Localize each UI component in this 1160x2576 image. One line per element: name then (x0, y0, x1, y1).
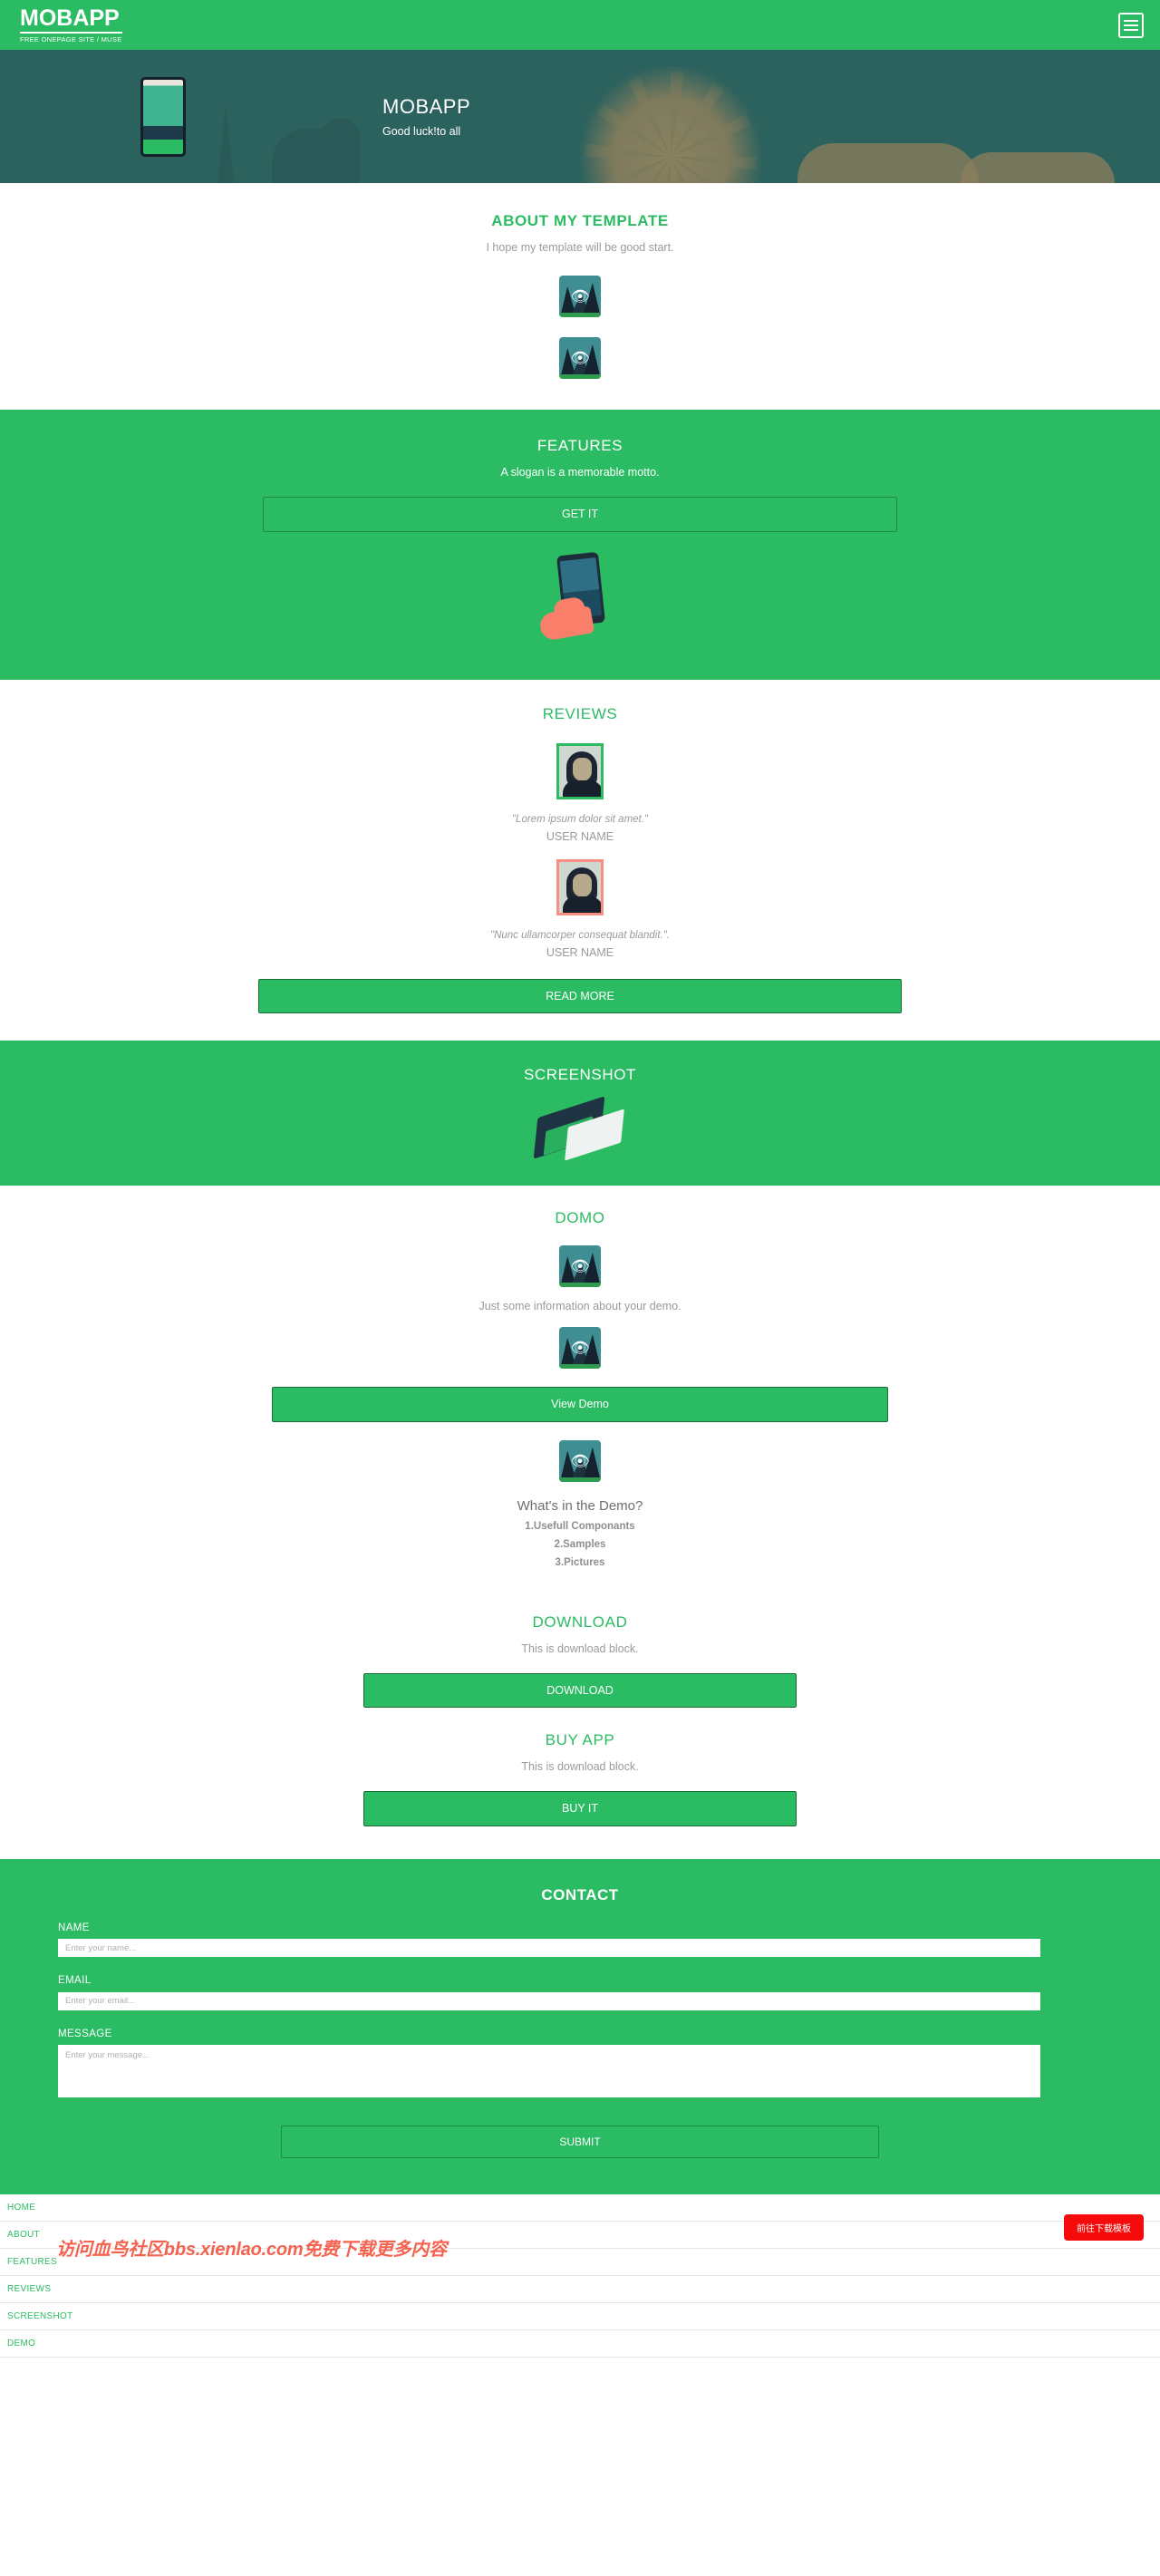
reviews-title: REVIEWS (542, 704, 618, 722)
hill-decoration (798, 143, 979, 183)
features-title: FEATURES (536, 437, 624, 454)
brand-subtitle: FREE ONEPAGE SITE / MUSE (20, 34, 122, 44)
tree-decoration (322, 118, 360, 183)
grass-strip (559, 374, 601, 379)
features-subtitle: A slogan is a memorable motto. (500, 466, 660, 479)
top-navbar: MOBAPP FREE ONEPAGE SITE / MUSE (0, 0, 1160, 50)
submit-button[interactable]: SUBMIT (281, 2125, 879, 2158)
eye-glyph: 👁 (570, 1339, 590, 1357)
review-author: USER NAME (546, 829, 614, 843)
email-input[interactable] (58, 1991, 1040, 2010)
features-section: FEATURES A slogan is a memorable motto. … (0, 410, 1160, 680)
brand-title: MOBAPP (20, 6, 122, 34)
footer-link-home[interactable]: HOME (0, 2194, 1160, 2222)
tree-decoration (218, 103, 234, 183)
download-section: DOWNLOAD This is download block. DOWNLOA… (0, 1567, 1160, 1708)
about-subtitle: I hope my template will be good start. (486, 241, 674, 254)
eye-icon[interactable]: 👁 (559, 337, 601, 379)
review-avatar (556, 858, 604, 915)
hero-phone-screen (143, 79, 183, 154)
hamburger-bar (1124, 28, 1138, 31)
avatar-body (563, 896, 601, 913)
brand-logo[interactable]: MOBAPP FREE ONEPAGE SITE / MUSE (20, 6, 122, 44)
footer-navigation: HOME ABOUT FEATURES REVIEWS SCREENSHOT D… (0, 2193, 1160, 2358)
buy-section: BUY APP This is download block. BUY IT (0, 1708, 1160, 1859)
name-input[interactable] (58, 1939, 1040, 1957)
avatar-face (573, 873, 592, 897)
download-button[interactable]: DOWNLOAD (363, 1672, 797, 1708)
email-label: EMAIL (58, 1975, 92, 1986)
hero-banner: MOBAPP Good luck!to all (0, 50, 1160, 183)
demo-list-item: 3.Pictures (555, 1556, 605, 1568)
demo-list-item: 1.Usefull Componants (525, 1520, 635, 1532)
hero-title: MOBAPP (382, 95, 471, 118)
footer-link-about[interactable]: ABOUT (0, 2222, 1160, 2249)
eye-glyph: 👁 (570, 1257, 590, 1275)
eye-icon[interactable]: 👁 (559, 1439, 601, 1482)
hero-subtitle: Good luck!to all (382, 125, 461, 138)
download-title: DOWNLOAD (532, 1612, 628, 1631)
hamburger-bar (1124, 24, 1138, 26)
demo-list-item: 2.Samples (554, 1538, 606, 1550)
eye-icon[interactable]: 👁 (559, 1245, 601, 1287)
review-quote: "Nunc ullamcorper consequat blandit.". (489, 929, 671, 941)
download-template-button[interactable]: 前往下载模板 (1064, 2213, 1144, 2241)
eye-glyph: 👁 (570, 1452, 590, 1469)
avatar-face (573, 757, 592, 781)
grass-strip (559, 313, 601, 317)
hamburger-menu-icon[interactable] (1118, 12, 1144, 38)
footer-link-demo[interactable]: DEMO (0, 2330, 1160, 2358)
grass-strip (559, 1364, 601, 1369)
hero-text-block: MOBAPP Good luck!to all (382, 95, 470, 138)
message-label: MESSAGE (58, 2028, 112, 2039)
grass-strip (559, 1283, 601, 1287)
footer-link-screenshot[interactable]: SCREENSHOT (0, 2303, 1160, 2330)
buy-title: BUY APP (545, 1731, 615, 1748)
footer-link-reviews[interactable]: REVIEWS (0, 2276, 1160, 2303)
reviews-section: REVIEWS "Lorem ipsum dolor sit amet." US… (0, 679, 1160, 1041)
buy-subtitle: This is download block. (521, 1760, 639, 1773)
about-title: ABOUT MY TEMPLATE (491, 212, 669, 229)
download-subtitle: This is download block. (521, 1641, 639, 1655)
hero-phone-mockup (140, 76, 186, 157)
buy-it-button[interactable]: BUY IT (363, 1791, 797, 1826)
demo-info: Just some information about your demo. (478, 1300, 682, 1312)
demo-section: DOMO 👁 Just some information about your … (0, 1186, 1160, 1568)
hill-decoration (961, 152, 1115, 183)
about-section: ABOUT MY TEMPLATE I hope my template wil… (0, 183, 1160, 410)
screenshot-device-illustration (530, 1096, 630, 1161)
screenshot-title: SCREENSHOT (523, 1066, 637, 1083)
eye-glyph: 👁 (570, 287, 590, 305)
get-it-button[interactable]: GET IT (263, 497, 897, 532)
read-more-button[interactable]: READ MORE (258, 978, 902, 1013)
footer-link-features[interactable]: FEATURES (0, 2249, 1160, 2276)
review-quote: "Lorem ipsum dolor sit amet." (511, 813, 649, 825)
avatar-body (563, 780, 601, 797)
contact-section: CONTACT NAME EMAIL MESSAGE SUBMIT (0, 1858, 1160, 2194)
screenshot-section: SCREENSHOT (0, 1041, 1160, 1186)
eye-icon[interactable]: 👁 (559, 1327, 601, 1369)
sun-burst-decoration (580, 66, 761, 183)
demo-title: DOMO (555, 1209, 605, 1226)
review-author: USER NAME (546, 945, 614, 959)
hand-illustration (537, 605, 595, 642)
features-phone-illustration (535, 551, 625, 649)
eye-glyph: 👁 (570, 349, 590, 367)
demo-question: What's in the Demo? (517, 1497, 643, 1514)
review-avatar (556, 742, 604, 799)
name-label: NAME (58, 1922, 90, 1933)
message-textarea[interactable] (58, 2044, 1040, 2097)
grass-strip (559, 1477, 601, 1482)
contact-title: CONTACT (541, 1885, 619, 1903)
eye-icon[interactable]: 👁 (559, 276, 601, 317)
hamburger-bar (1124, 19, 1138, 22)
view-demo-button[interactable]: View Demo (272, 1387, 888, 1422)
